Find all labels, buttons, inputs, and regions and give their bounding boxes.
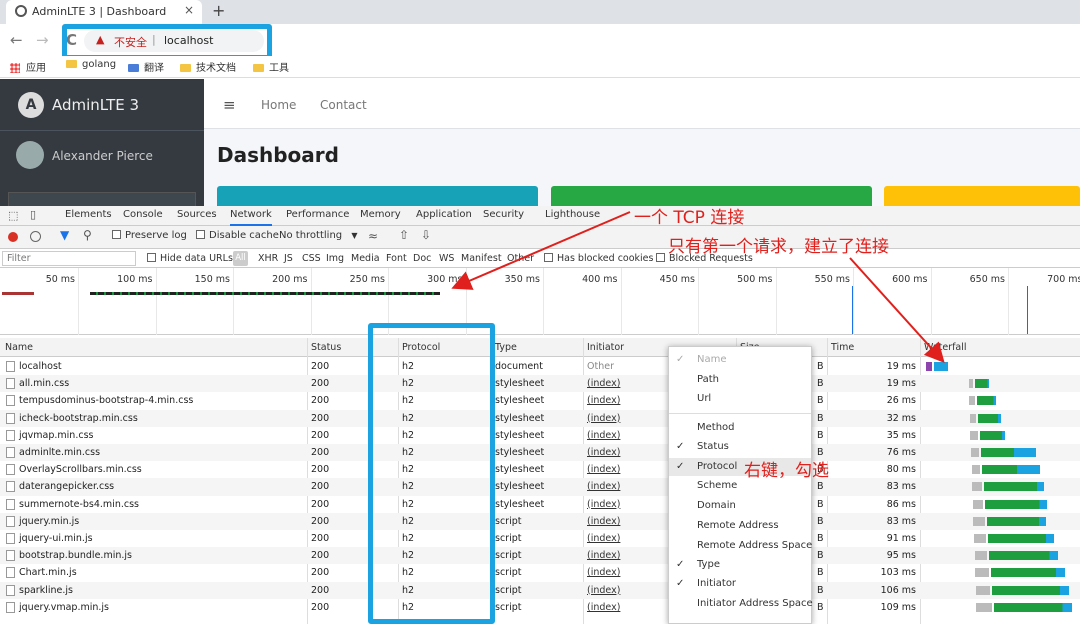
arrow-to-overview — [451, 211, 631, 290]
annotation-tcp: 一个 TCP 连接 — [634, 208, 745, 228]
arrow-to-waterfall — [849, 257, 945, 363]
annotation-arrows — [451, 211, 945, 363]
annotation-right-click: 右键，勾选 — [744, 461, 829, 481]
annotation-first-request: 只有第一个请求，建立了连接 — [668, 237, 889, 257]
